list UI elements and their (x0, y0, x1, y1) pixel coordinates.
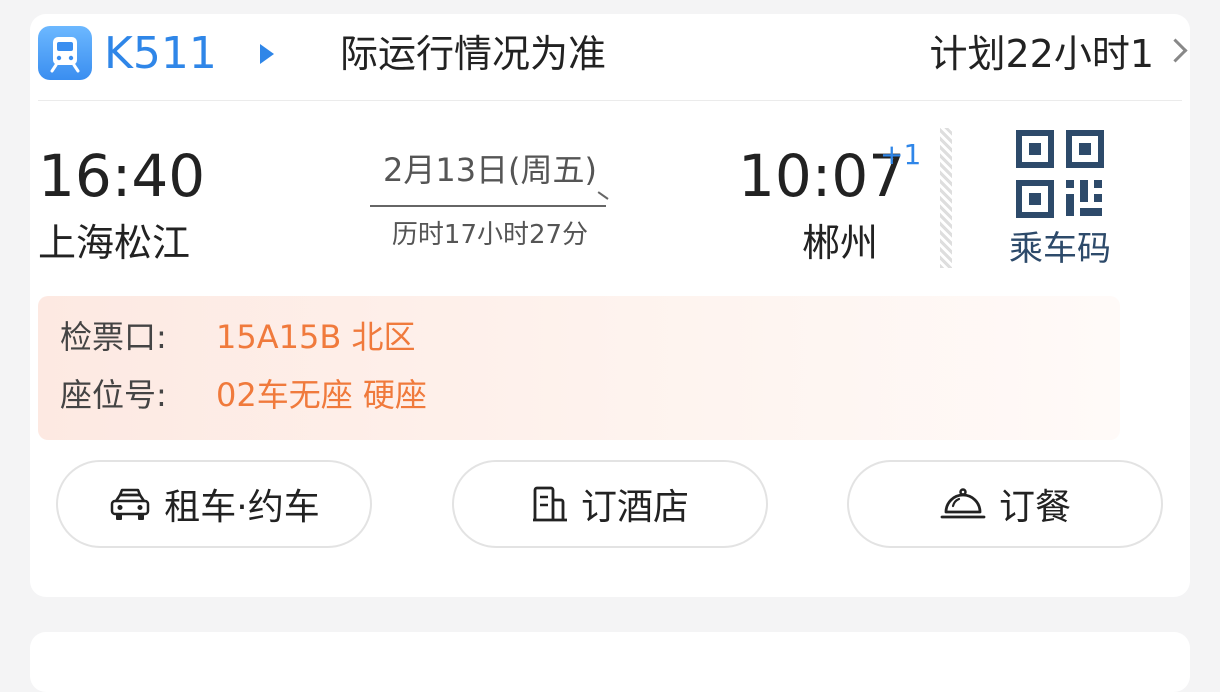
train-icon (38, 26, 92, 80)
gate-value: 15A15B 北区 (216, 318, 416, 356)
seat-label: 座位号: (60, 376, 167, 414)
hotel-icon (532, 486, 567, 522)
departure-time: 16:40 (38, 142, 206, 210)
play-icon (260, 44, 274, 64)
ticket-perforation (940, 128, 952, 268)
divider (38, 100, 1182, 101)
running-notice: 际运行情况为准 (340, 32, 607, 76)
car-rental-button[interactable]: 租车·约车 (56, 460, 372, 548)
meal-order-button[interactable]: 订餐 (847, 460, 1163, 548)
train-number: K511 (104, 28, 217, 79)
boarding-code-label[interactable]: 乘车码 (1000, 226, 1120, 272)
travel-date: 2月13日(周五) (382, 151, 598, 189)
chevron-right-icon (1163, 38, 1188, 63)
gate-label: 检票口: (60, 318, 167, 356)
arrival-station: 郴州 (802, 221, 879, 265)
plan-text: 计划22小时1 (929, 32, 1154, 76)
ticket-info-box: 检票口: 15A15B 北区 座位号: 02车无座 硬座 (38, 296, 1120, 440)
train-header[interactable]: K511 际运行情况为准 计划22小时1 (38, 24, 1190, 84)
next-card (30, 632, 1190, 692)
hotel-booking-label: 订酒店 (580, 487, 689, 528)
arrow-line (370, 205, 606, 207)
car-icon (111, 488, 150, 520)
travel-duration: 历时17小时27分 (391, 220, 589, 250)
qr-code-icon[interactable] (1016, 130, 1104, 218)
seat-value: 02车无座 硬座 (216, 376, 427, 414)
arrival-day-offset: +1 (880, 138, 922, 171)
car-rental-label: 租车·约车 (164, 487, 320, 528)
departure-station: 上海松江 (38, 221, 191, 265)
food-cloche-icon (940, 488, 986, 519)
hotel-booking-button[interactable]: 订酒店 (452, 460, 768, 548)
meal-order-label: 订餐 (998, 487, 1071, 528)
